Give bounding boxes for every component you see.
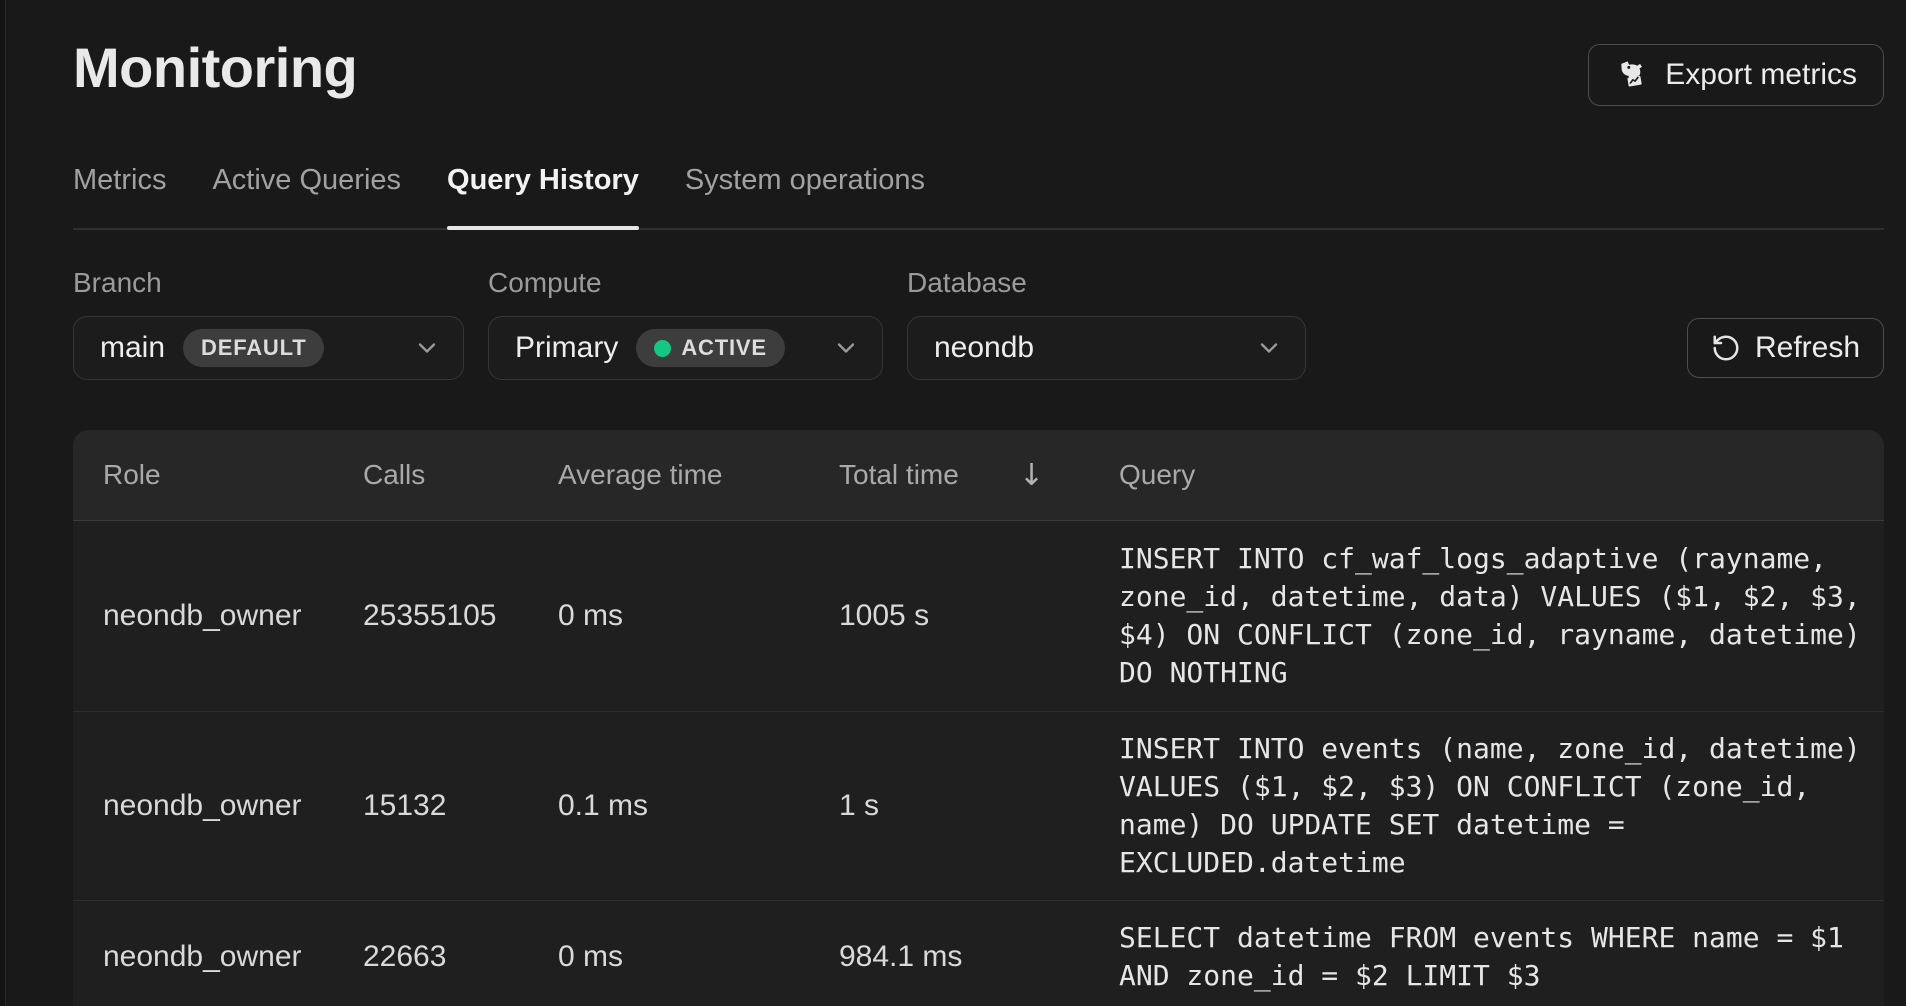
tab-active-queries[interactable]: Active Queries xyxy=(212,162,401,228)
export-metrics-button[interactable]: Export metrics xyxy=(1588,44,1884,106)
cell-total-time: 1 s xyxy=(839,789,1119,823)
cell-role: neondb_owner xyxy=(103,599,363,633)
database-value: neondb xyxy=(934,331,1034,365)
column-header-total-time[interactable]: Total time ↓ xyxy=(839,458,1119,493)
table-row: neondb_owner 15132 0.1 ms 1 s INSERT INT… xyxy=(73,712,1884,901)
active-status-dot xyxy=(654,340,671,357)
cell-query: SELECT datetime FROM events WHERE name =… xyxy=(1119,901,1884,1006)
refresh-button[interactable]: Refresh xyxy=(1687,318,1884,378)
table-row: neondb_owner 25355105 0 ms 1005 s INSERT… xyxy=(73,521,1884,712)
query-history-table: Role Calls Average time Total time ↓ Que… xyxy=(73,430,1884,1006)
branch-value: main xyxy=(100,331,165,365)
tab-metrics[interactable]: Metrics xyxy=(73,162,166,228)
database-label: Database xyxy=(907,266,1306,300)
branch-select[interactable]: main DEFAULT xyxy=(73,316,464,380)
cell-query: INSERT INTO events (name, zone_id, datet… xyxy=(1119,712,1884,900)
column-header-calls[interactable]: Calls xyxy=(363,459,558,491)
refresh-label: Refresh xyxy=(1755,331,1860,365)
cell-average-time: 0 ms xyxy=(558,599,839,633)
branch-filter: Branch main DEFAULT xyxy=(73,266,464,380)
cell-average-time: 0.1 ms xyxy=(558,789,839,823)
cell-role: neondb_owner xyxy=(103,789,363,823)
cell-total-time: 1005 s xyxy=(839,599,1119,633)
cell-role: neondb_owner xyxy=(103,940,363,974)
refresh-icon xyxy=(1711,333,1741,363)
export-metrics-label: Export metrics xyxy=(1665,58,1857,92)
default-badge: DEFAULT xyxy=(183,329,324,367)
database-select[interactable]: neondb xyxy=(907,316,1306,380)
cell-total-time: 984.1 ms xyxy=(839,940,1119,974)
sort-desc-icon[interactable]: ↓ xyxy=(1019,458,1044,493)
monitoring-panel: Monitoring Export metrics Metrics Active… xyxy=(5,0,1906,1006)
cell-calls: 15132 xyxy=(363,789,558,823)
table-header-row: Role Calls Average time Total time ↓ Que… xyxy=(73,430,1884,521)
column-header-role[interactable]: Role xyxy=(103,459,363,491)
compute-label: Compute xyxy=(488,266,883,300)
compute-filter: Compute Primary ACTIVE xyxy=(488,266,883,380)
compute-value: Primary xyxy=(515,331,618,365)
cell-calls: 22663 xyxy=(363,940,558,974)
chevron-down-icon xyxy=(413,334,441,362)
page-header: Monitoring Export metrics xyxy=(73,0,1884,106)
column-header-average-time[interactable]: Average time xyxy=(558,459,839,491)
chevron-down-icon xyxy=(1255,334,1283,362)
tab-system-operations[interactable]: System operations xyxy=(685,162,925,228)
compute-select[interactable]: Primary ACTIVE xyxy=(488,316,883,380)
column-header-query[interactable]: Query xyxy=(1119,459,1884,491)
chevron-down-icon xyxy=(832,334,860,362)
table-row: neondb_owner 22663 0 ms 984.1 ms SELECT … xyxy=(73,901,1884,1006)
cell-average-time: 0 ms xyxy=(558,940,839,974)
cell-calls: 25355105 xyxy=(363,599,558,633)
tab-query-history[interactable]: Query History xyxy=(447,162,639,228)
active-status-badge: ACTIVE xyxy=(636,329,784,367)
branch-label: Branch xyxy=(73,266,464,300)
cell-query: INSERT INTO cf_waf_logs_adaptive (raynam… xyxy=(1119,522,1884,710)
database-filter: Database neondb xyxy=(907,266,1306,380)
filter-bar: Branch main DEFAULT Compute Primary ACTI… xyxy=(73,266,1884,380)
page-title: Monitoring xyxy=(73,36,357,100)
tab-bar: Metrics Active Queries Query History Sys… xyxy=(73,162,1884,230)
datadog-icon xyxy=(1615,57,1651,93)
